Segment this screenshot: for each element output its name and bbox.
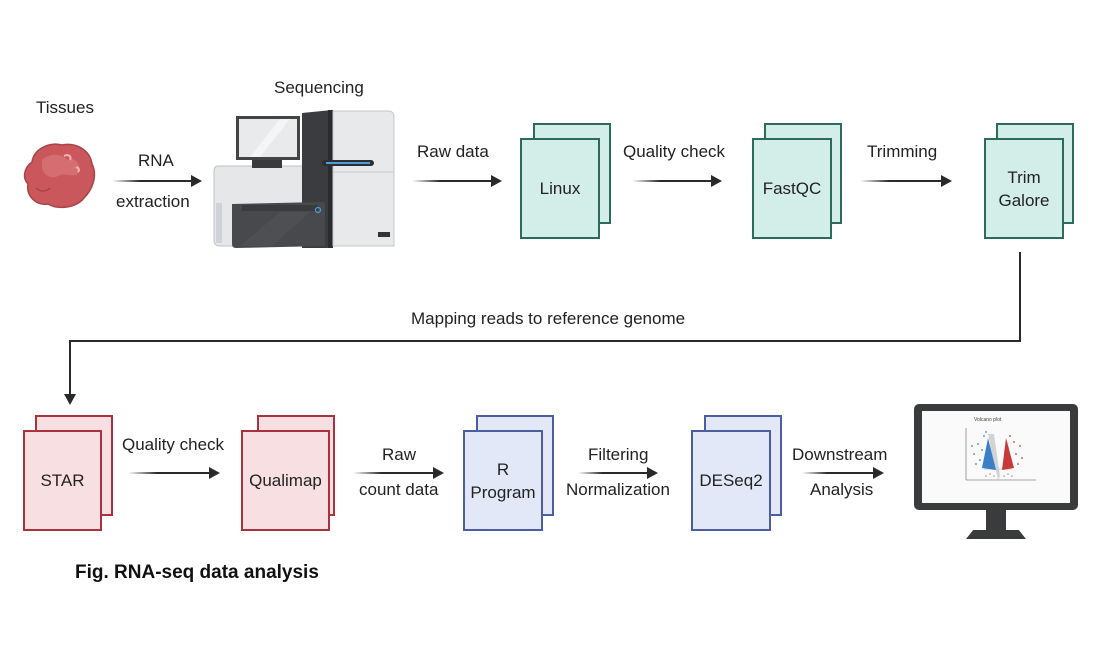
- sequencer-machine-icon: [213, 110, 395, 248]
- arrow-rna-extraction: [112, 175, 202, 187]
- trim-galore-label-line1: Trim: [1007, 167, 1041, 187]
- star-box-label: STAR: [40, 471, 85, 490]
- raw-count-label-line1: Raw: [382, 445, 417, 464]
- quality-check-label-top: Quality check: [623, 142, 726, 161]
- downstream-label-line2: Analysis: [810, 480, 874, 499]
- qualimap-box-front-sheet: Qualimap: [241, 430, 330, 531]
- arrow-raw-data: [412, 175, 502, 187]
- quality-check-label-bottom: Quality check: [122, 435, 225, 454]
- normalization-label: Normalization: [566, 480, 670, 499]
- arrow-trimming: [860, 175, 952, 187]
- tissues-label: Tissues: [36, 98, 94, 117]
- filtering-label: Filtering: [588, 445, 649, 464]
- monitor-base: [966, 530, 1026, 539]
- mapping-label: Mapping reads to reference genome: [411, 309, 686, 328]
- deseq2-box-label: DESeq2: [699, 471, 763, 490]
- rna-extraction-label-line2: extraction: [116, 192, 190, 211]
- arrow-quality-check-bottom: [128, 467, 220, 479]
- tissue-sample-icon: [23, 143, 96, 209]
- connector-horizontal: [69, 340, 1021, 342]
- connector-vertical-right: [1019, 252, 1021, 342]
- sequencing-label: Sequencing: [274, 78, 364, 97]
- r-program-box-front-sheet: R Program: [463, 430, 543, 531]
- r-program-label-line1: R: [496, 459, 510, 479]
- arrow-downstream: [802, 467, 884, 479]
- fastqc-box-label: FastQC: [762, 179, 822, 198]
- volcano-plot-title: Volcano plot: [974, 417, 1002, 423]
- connector-vertical-left: [69, 340, 71, 396]
- trim-galore-box-front-sheet: Trim Galore: [984, 138, 1064, 239]
- r-program-label-line2: Program: [470, 482, 536, 502]
- downstream-label-line1: Downstream: [792, 445, 888, 464]
- trim-galore-label-line2: Galore: [998, 190, 1050, 210]
- connector-arrowhead: [64, 394, 76, 405]
- raw-count-label-line2: count data: [359, 480, 439, 499]
- arrow-filtering: [578, 467, 658, 479]
- arrow-raw-count: [353, 467, 444, 479]
- linux-box-front-sheet: Linux: [520, 138, 600, 239]
- figure-caption: Fig. RNA-seq data analysis: [75, 562, 319, 583]
- monitor-volcano-plot-icon: Volcano plot: [914, 404, 1078, 540]
- deseq2-box-front-sheet: DESeq2: [691, 430, 771, 531]
- monitor-neck: [986, 510, 1006, 532]
- rna-extraction-label-line1: RNA: [138, 151, 174, 170]
- fastqc-box-front-sheet: FastQC: [752, 138, 832, 239]
- raw-data-label: Raw data: [417, 142, 489, 161]
- qualimap-box-label: Qualimap: [249, 471, 322, 490]
- volcano-plot-graphic: [965, 428, 1036, 481]
- star-box-front-sheet: STAR: [23, 430, 102, 531]
- linux-box-label: Linux: [539, 179, 581, 198]
- trimming-label: Trimming: [867, 142, 938, 161]
- arrow-quality-check-top: [632, 175, 722, 187]
